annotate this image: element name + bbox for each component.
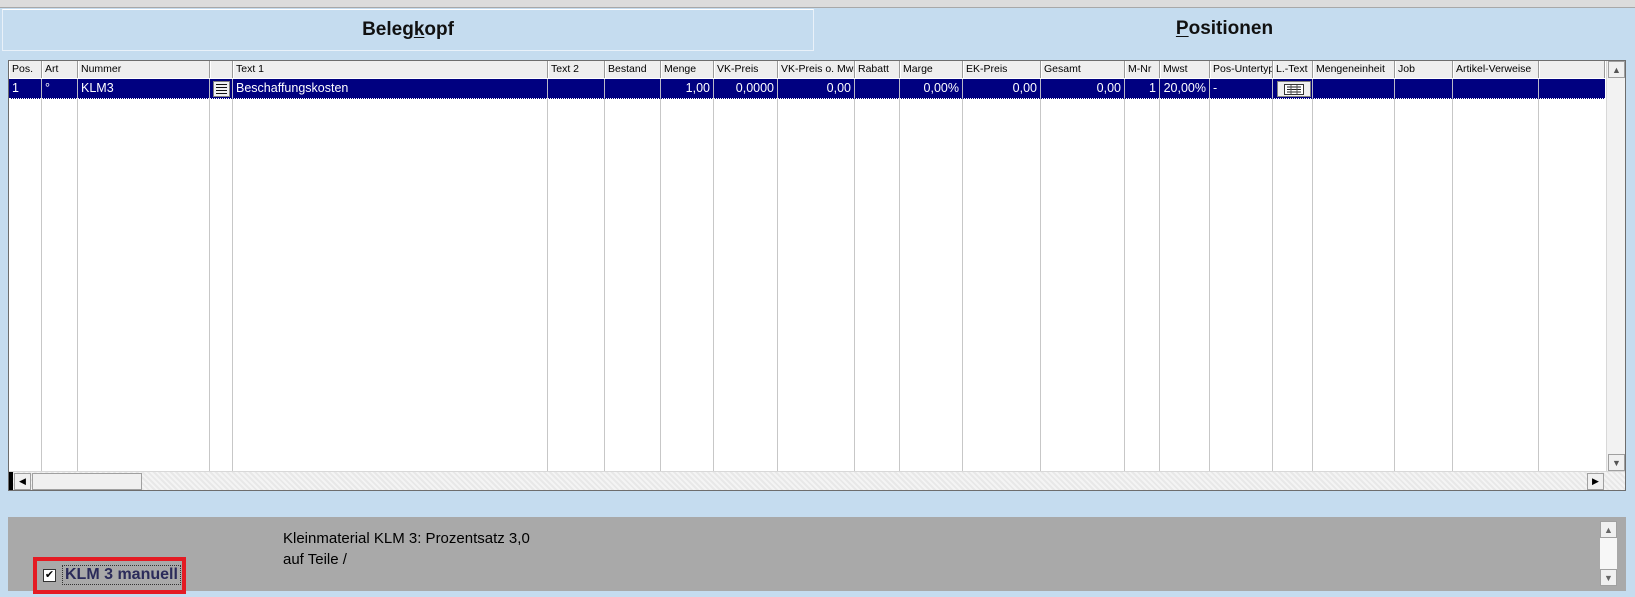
grid-header-row: Pos. Art Nummer Text 1 Text 2 Bestand Me… [9, 61, 1605, 78]
positions-grid[interactable]: Pos. Art Nummer Text 1 Text 2 Bestand Me… [8, 60, 1626, 491]
column-header-vk-preis-o-mwst[interactable]: VK-Preis o. Mwst [778, 61, 855, 78]
description-line-1: Kleinmaterial KLM 3: Prozentsatz 3,0 [283, 530, 530, 547]
description-line-2: auf Teile / [283, 551, 347, 568]
column-header-job[interactable]: Job [1395, 61, 1453, 78]
cell-bestand[interactable] [605, 79, 661, 99]
cell-memo[interactable] [210, 79, 233, 99]
column-header-pos[interactable]: Pos. [9, 61, 42, 78]
grid-horizontal-scrollbar[interactable]: ◀ ▶ [9, 471, 1625, 490]
cell-filler [1539, 79, 1605, 99]
l-text-edit-icon[interactable] [1277, 81, 1311, 97]
cell-art[interactable]: ° [42, 79, 78, 99]
scroll-right-icon[interactable]: ▶ [1587, 473, 1604, 490]
column-header-mengeneinheit[interactable]: Mengeneinheit [1313, 61, 1395, 78]
column-divider [41, 99, 42, 471]
scroll-down-icon[interactable]: ▼ [1600, 569, 1617, 586]
cell-job[interactable] [1395, 79, 1453, 99]
column-header-rabatt[interactable]: Rabatt [855, 61, 900, 78]
cell-text2[interactable] [548, 79, 605, 99]
klm-manual-highlight: ✔ KLM 3 manuell [33, 557, 186, 594]
cell-artikel-verweise[interactable] [1453, 79, 1539, 99]
cell-l-text[interactable] [1273, 79, 1313, 99]
column-header-pos-untertyp[interactable]: Pos-Untertyp [1210, 61, 1273, 78]
klm-manual-label[interactable]: KLM 3 manuell [62, 565, 181, 585]
cell-ek-preis[interactable]: 0,00 [963, 79, 1041, 99]
column-divider [1538, 99, 1539, 471]
cell-vk-preis-o-mwst[interactable]: 0,00 [778, 79, 855, 99]
window-top-border [0, 0, 1635, 8]
column-header-filler [1539, 61, 1605, 78]
scroll-down-icon[interactable]: ▼ [1608, 454, 1625, 471]
column-header-memo[interactable] [210, 61, 233, 78]
description-scrollbar[interactable]: ▲ ▼ [1600, 521, 1619, 586]
cell-text1[interactable]: Beschaffungskosten [233, 79, 548, 99]
column-divider [1124, 99, 1125, 471]
scroll-track[interactable] [1600, 538, 1617, 569]
column-divider [777, 99, 778, 471]
column-header-ek-preis[interactable]: EK-Preis [963, 61, 1041, 78]
grid-body: Pos. Art Nummer Text 1 Text 2 Bestand Me… [9, 61, 1605, 471]
column-header-artikel-verweise[interactable]: Artikel-Verweise [1453, 61, 1539, 78]
column-divider [1040, 99, 1041, 471]
column-divider [209, 99, 210, 471]
column-header-mwst[interactable]: Mwst [1160, 61, 1210, 78]
cell-menge[interactable]: 1,00 [661, 79, 714, 99]
klm-manual-checkbox-row[interactable]: ✔ KLM 3 manuell [43, 565, 181, 585]
cell-m-nr[interactable]: 1 [1125, 79, 1160, 99]
scroll-left-icon[interactable]: ◀ [14, 473, 31, 490]
tab-belegkopf-label: Belegkopf [362, 19, 454, 40]
klm-manual-checkbox[interactable]: ✔ [43, 568, 56, 582]
grid-vertical-scrollbar[interactable]: ▲ ▼ [1606, 61, 1625, 471]
cell-gesamt[interactable]: 0,00 [1041, 79, 1125, 99]
horizontal-scroll-thumb[interactable] [32, 473, 142, 490]
info-panel [8, 517, 1626, 591]
scrollbar-left-edge [9, 472, 13, 490]
column-header-menge[interactable]: Menge [661, 61, 714, 78]
klm-description: Kleinmaterial KLM 3: Prozentsatz 3,0 auf… [283, 528, 530, 570]
column-header-bestand[interactable]: Bestand [605, 61, 661, 78]
table-row[interactable]: 1 ° KLM3 Beschaffungskosten 1,00 0,0000 … [9, 79, 1605, 99]
column-header-gesamt[interactable]: Gesamt [1041, 61, 1125, 78]
column-divider [547, 99, 548, 471]
column-header-vk-preis[interactable]: VK-Preis [714, 61, 778, 78]
column-divider [660, 99, 661, 471]
column-divider [1272, 99, 1273, 471]
cell-mwst[interactable]: 20,00% [1160, 79, 1210, 99]
cell-pos-untertyp[interactable]: - [1210, 79, 1273, 99]
scroll-up-icon[interactable]: ▲ [1600, 521, 1617, 538]
column-divider [1394, 99, 1395, 471]
column-divider [1159, 99, 1160, 471]
scroll-up-icon[interactable]: ▲ [1608, 61, 1625, 78]
column-header-l-text[interactable]: L.-Text [1273, 61, 1313, 78]
tab-positionen-label: Positionen [1175, 18, 1274, 39]
column-divider [1452, 99, 1453, 471]
column-divider [1209, 99, 1210, 471]
cell-nummer[interactable]: KLM3 [78, 79, 210, 99]
column-header-text2[interactable]: Text 2 [548, 61, 605, 78]
cell-pos[interactable]: 1 [9, 79, 42, 99]
column-divider [77, 99, 78, 471]
column-divider [854, 99, 855, 471]
column-divider [604, 99, 605, 471]
column-header-nummer[interactable]: Nummer [78, 61, 210, 78]
column-divider [232, 99, 233, 471]
column-header-art[interactable]: Art [42, 61, 78, 78]
column-header-text1[interactable]: Text 1 [233, 61, 548, 78]
column-header-m-nr[interactable]: M-Nr [1125, 61, 1160, 78]
column-divider [1312, 99, 1313, 471]
column-header-marge[interactable]: Marge [900, 61, 963, 78]
memo-icon[interactable] [213, 81, 230, 97]
column-divider [713, 99, 714, 471]
column-divider [962, 99, 963, 471]
cell-rabatt[interactable] [855, 79, 900, 99]
cell-vk-preis[interactable]: 0,0000 [714, 79, 778, 99]
tab-belegkopf[interactable]: Belegkopf [2, 9, 814, 51]
cell-mengeneinheit[interactable] [1313, 79, 1395, 99]
cell-marge[interactable]: 0,00% [900, 79, 963, 99]
column-divider [899, 99, 900, 471]
tab-positionen[interactable]: Positionen [814, 8, 1635, 50]
